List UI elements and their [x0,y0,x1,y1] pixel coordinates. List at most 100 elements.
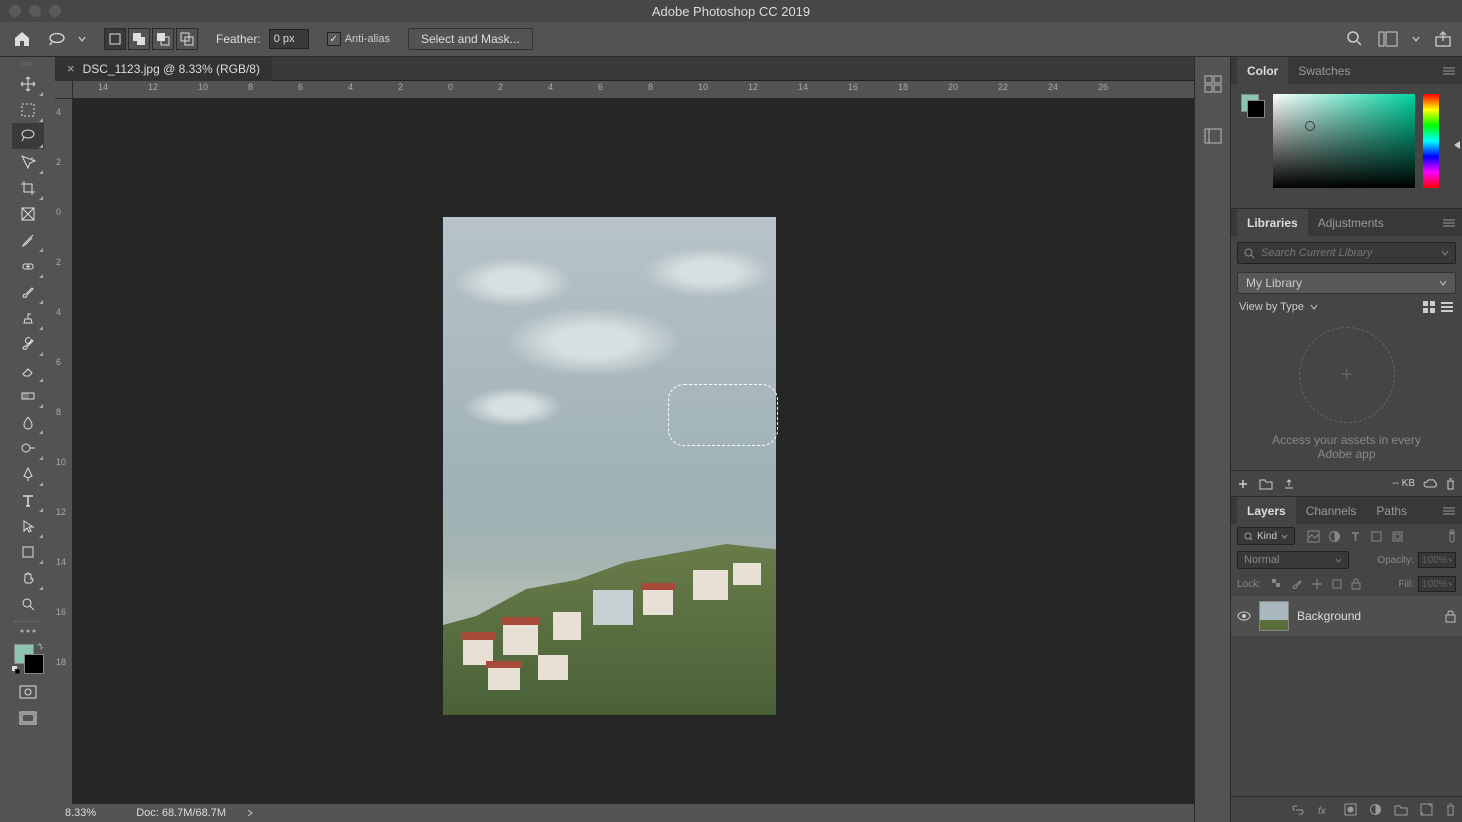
lock-position-icon[interactable] [1311,578,1323,590]
ruler-horizontal[interactable]: 141210864202468101214161820222426 [73,81,1194,99]
layer-name[interactable]: Background [1297,609,1437,623]
toolbar-grip-icon[interactable] [20,61,36,67]
filter-toggle-icon[interactable] [1448,529,1456,543]
filter-shape-icon[interactable] [1370,530,1383,543]
filter-pixel-icon[interactable] [1307,530,1320,543]
close-window-button[interactable] [9,5,21,17]
hand-tool[interactable] [12,565,44,591]
document-tab[interactable]: × DSC_1123.jpg @ 8.33% (RGB/8) [55,57,272,81]
close-tab-icon[interactable]: × [67,61,75,76]
properties-panel-icon[interactable] [1202,125,1224,147]
blend-mode-dropdown[interactable]: Normal [1237,551,1349,569]
quick-select-tool[interactable] [12,149,44,175]
clone-stamp-tool[interactable] [12,305,44,331]
status-dropdown-icon[interactable] [246,808,254,818]
anti-alias-checkbox[interactable]: Anti-alias [327,32,390,46]
filter-smart-icon[interactable] [1391,530,1404,543]
view-by-dropdown[interactable]: View by Type [1239,301,1318,313]
tab-channels[interactable]: Channels [1296,497,1367,524]
list-view-icon[interactable] [1440,300,1454,314]
brush-tool[interactable] [12,279,44,305]
tab-swatches[interactable]: Swatches [1288,57,1360,84]
edit-toolbar-icon[interactable] [12,626,44,636]
pen-tool[interactable] [12,461,44,487]
trash-icon[interactable] [1445,803,1456,816]
gradient-tool[interactable] [12,383,44,409]
panel-background-swatch[interactable] [1247,100,1265,118]
color-swatches[interactable] [12,642,44,674]
tab-layers[interactable]: Layers [1237,497,1296,524]
eraser-tool[interactable] [12,357,44,383]
eyedropper-tool[interactable] [12,227,44,253]
fill-input[interactable]: 100% [1418,576,1456,592]
type-tool[interactable] [12,487,44,513]
selection-subtract-button[interactable] [152,28,174,50]
lasso-tool[interactable] [12,123,44,149]
grid-view-icon[interactable] [1422,300,1436,314]
lock-icon[interactable] [1445,610,1456,623]
library-search[interactable] [1237,242,1456,264]
crop-tool[interactable] [12,175,44,201]
workspace-switcher-icon[interactable] [1378,31,1398,47]
selection-add-button[interactable] [128,28,150,50]
folder-icon[interactable] [1259,478,1273,490]
add-content-icon[interactable] [1237,478,1249,490]
trash-icon[interactable] [1445,478,1456,490]
current-tool-icon[interactable] [46,28,68,50]
frame-tool[interactable] [12,201,44,227]
path-select-tool[interactable] [12,513,44,539]
chevron-down-icon[interactable] [1441,249,1449,257]
opacity-input[interactable]: 100% [1418,552,1456,568]
background-swatch[interactable] [24,654,44,674]
history-brush-tool[interactable] [12,331,44,357]
tool-dropdown-icon[interactable] [78,35,86,43]
minimize-window-button[interactable] [29,5,41,17]
panel-menu-icon[interactable] [1442,66,1456,76]
group-icon[interactable] [1394,804,1408,816]
ruler-origin[interactable] [55,81,73,99]
color-field[interactable] [1273,94,1415,188]
lock-all-icon[interactable] [1351,578,1361,590]
cloud-icon[interactable] [1423,478,1437,490]
add-asset-circle[interactable]: + [1299,327,1395,423]
home-button[interactable] [10,27,34,51]
lock-artboard-icon[interactable] [1331,578,1343,590]
hue-slider[interactable] [1423,94,1439,188]
quick-mask-button[interactable] [12,680,44,704]
blur-tool[interactable] [12,409,44,435]
swap-colors-icon[interactable] [36,642,44,650]
tab-libraries[interactable]: Libraries [1237,209,1308,236]
selection-intersect-button[interactable] [176,28,198,50]
search-icon[interactable] [1346,30,1364,48]
tab-paths[interactable]: Paths [1366,497,1417,524]
workspace-dropdown-icon[interactable] [1412,35,1420,43]
doc-info[interactable]: Doc: 68.7M/68.7M [136,807,226,819]
layer-fx-icon[interactable]: fx [1318,804,1332,816]
select-and-mask-button[interactable]: Select and Mask... [408,28,533,50]
adjustment-layer-icon[interactable] [1369,803,1382,816]
new-layer-icon[interactable] [1420,803,1433,816]
library-search-input[interactable] [1261,247,1435,259]
selection-new-button[interactable] [104,28,126,50]
hue-slider-handle[interactable] [1454,141,1460,149]
dodge-tool[interactable] [12,435,44,461]
screen-mode-button[interactable] [12,706,44,730]
marquee-tool[interactable] [12,97,44,123]
filter-type-icon[interactable] [1349,530,1362,543]
feather-input[interactable] [269,29,309,49]
share-icon[interactable] [1434,30,1452,48]
link-layers-icon[interactable] [1292,805,1306,815]
filter-adjustment-icon[interactable] [1328,530,1341,543]
layer-mask-icon[interactable] [1344,803,1357,816]
color-swatch-pair[interactable] [1241,94,1265,118]
default-colors-icon[interactable] [12,666,20,674]
layer-thumbnail[interactable] [1259,601,1289,631]
healing-brush-tool[interactable] [12,253,44,279]
ruler-vertical[interactable]: 42024681012141618 [55,99,73,804]
canvas[interactable] [73,99,1194,804]
panel-menu-icon[interactable] [1442,506,1456,516]
zoom-level[interactable]: 8.33% [65,807,96,819]
shape-tool[interactable] [12,539,44,565]
move-tool[interactable] [12,71,44,97]
tab-color[interactable]: Color [1237,57,1288,84]
